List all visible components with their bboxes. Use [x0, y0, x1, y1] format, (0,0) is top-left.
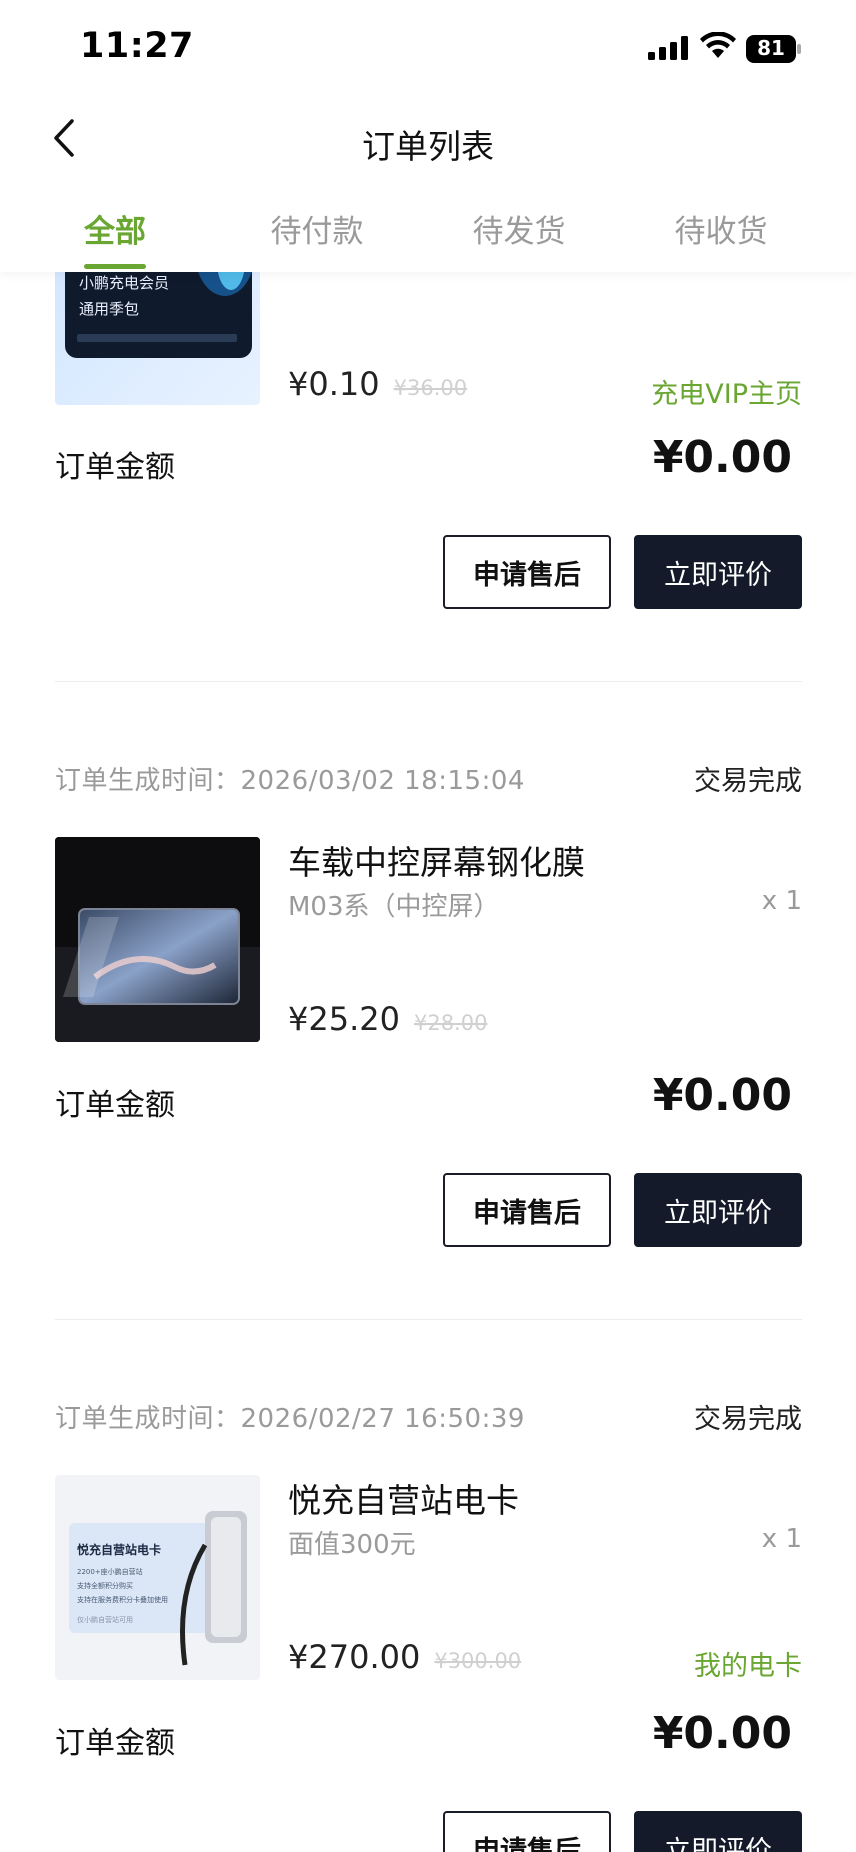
product-spec: M03系（中控屏）	[288, 892, 500, 922]
wifi-icon	[700, 32, 736, 58]
product-spec: 面值300元	[288, 1530, 416, 1560]
after-sale-button[interactable]: 申请售后	[443, 1173, 611, 1247]
cellular-signal-icon	[648, 36, 688, 60]
product-title[interactable]: 车载中控屏幕钢化膜	[288, 836, 585, 884]
tab-pending-payment[interactable]: 待付款	[247, 206, 387, 251]
review-button[interactable]: 立即评价	[634, 535, 802, 609]
thumb-bullet: 支持全额积分购买	[77, 1582, 133, 1590]
product-thumbnail[interactable]: 悦充自营站电卡 2200+座小鹏自营站 支持全额积分购买 支持在服务费积分卡叠加…	[55, 1475, 260, 1680]
product-price: ¥25.20	[288, 1000, 400, 1038]
thumb-bullet: 支持在服务费积分卡叠加使用	[77, 1596, 168, 1604]
time-label: 订单生成时间：	[55, 1403, 241, 1434]
order-created-time: 订单生成时间：2026/03/02 18:15:04	[55, 760, 525, 797]
status-time: 11:27	[80, 26, 194, 66]
thumb-caption: 悦充自营站电卡	[77, 1543, 162, 1557]
order-total-label: 订单金额	[55, 1088, 175, 1123]
review-button[interactable]: 立即评价	[634, 1811, 802, 1852]
tab-pending-receipt[interactable]: 待收货	[651, 206, 791, 251]
order-list: 小鹏充电会员 通用季包 ¥0.10 ¥36.00 充电VIP主页 订单金额 ¥0…	[0, 0, 856, 1852]
price-group: ¥0.10 ¥36.00	[288, 365, 467, 403]
status-bar: 11:27 81	[0, 0, 856, 100]
review-button[interactable]: 立即评价	[634, 1173, 802, 1247]
after-sale-button[interactable]: 申请售后	[443, 535, 611, 609]
order-card[interactable]: 订单生成时间：2026/02/27 16:50:39 交易完成 悦充自营站电卡 …	[55, 1396, 802, 1852]
thumb-footer: 仅小鹏自营站可用	[77, 1616, 133, 1624]
order-meta: 订单生成时间：2026/02/27 16:50:39 交易完成	[55, 1396, 802, 1436]
order-created-time: 订单生成时间：2026/02/27 16:50:39	[55, 1398, 525, 1435]
time-label: 订单生成时间：	[55, 765, 241, 796]
original-price: ¥36.00	[393, 376, 468, 400]
order-status: 交易完成	[694, 765, 802, 797]
active-tab-indicator	[84, 264, 146, 269]
price-group: ¥270.00 ¥300.00	[288, 1638, 521, 1676]
product-title[interactable]: 悦充自营站电卡	[288, 1474, 519, 1522]
page-title: 订单列表	[362, 127, 494, 166]
order-total-label: 订单金额	[55, 1726, 175, 1761]
order-meta: 订单生成时间：2026/03/02 18:15:04 交易完成	[55, 758, 802, 798]
thumb-caption: 通用季包	[79, 300, 140, 318]
tab-all[interactable]: 全部	[45, 206, 185, 251]
battery-level: 81	[757, 36, 785, 60]
order-tabs: 全部 待付款 待发货 待收货	[0, 200, 856, 272]
my-card-link[interactable]: 我的电卡	[694, 1644, 802, 1683]
original-price: ¥28.00	[413, 1011, 488, 1035]
order-divider	[55, 681, 802, 682]
order-list-page: 小鹏充电会员 通用季包 ¥0.10 ¥36.00 充电VIP主页 订单金额 ¥0…	[0, 0, 856, 1852]
page-header: 11:27 81 订单列表 全部 待付款 待发货 待收货	[0, 0, 856, 272]
order-total-value: ¥0.00	[652, 1708, 792, 1759]
tab-pending-shipment[interactable]: 待发货	[449, 206, 589, 251]
order-divider	[55, 1319, 802, 1320]
order-status: 交易完成	[694, 1403, 802, 1435]
product-quantity: x 1	[761, 1524, 802, 1554]
order-total-value: ¥0.00	[652, 432, 792, 483]
thumb-caption: 小鹏充电会员	[79, 274, 170, 292]
order-card[interactable]: 订单生成时间：2026/03/02 18:15:04 交易完成 车载中控屏幕钢化…	[55, 758, 802, 1248]
order-total-label: 订单金额	[55, 450, 175, 485]
price-group: ¥25.20 ¥28.00	[288, 1000, 487, 1038]
product-price: ¥270.00	[288, 1638, 421, 1676]
time-value: 2026/03/02 18:15:04	[240, 765, 525, 796]
order-total-value: ¥0.00	[652, 1070, 792, 1121]
nav-bar: 订单列表	[0, 100, 856, 190]
time-value: 2026/02/27 16:50:39	[240, 1403, 525, 1434]
thumb-bullet: 2200+座小鹏自营站	[77, 1568, 143, 1576]
product-thumbnail[interactable]	[55, 837, 260, 1042]
product-quantity: x 1	[761, 886, 802, 916]
battery-icon: 81	[746, 35, 802, 63]
original-price: ¥300.00	[434, 1649, 522, 1673]
product-price: ¥0.10	[288, 365, 380, 403]
vip-home-link[interactable]: 充电VIP主页	[651, 372, 802, 411]
after-sale-button[interactable]: 申请售后	[443, 1811, 611, 1852]
